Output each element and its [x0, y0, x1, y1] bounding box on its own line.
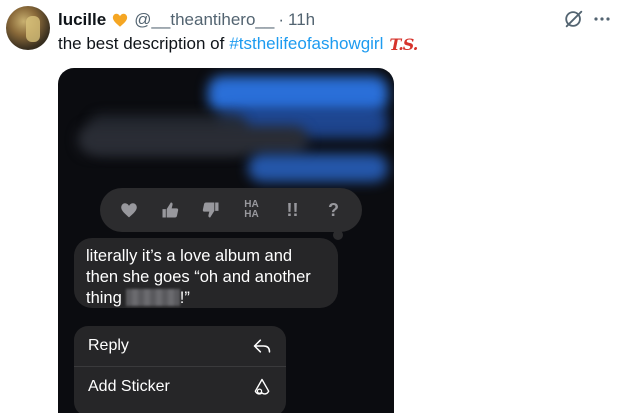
blurred-message	[248, 154, 388, 182]
message-line: thing!”	[86, 289, 190, 307]
message-bubble: literally it’s a love album and then she…	[74, 238, 338, 308]
message-line: literally it’s a love album and	[86, 247, 293, 265]
grok-icon[interactable]	[563, 8, 585, 30]
censored-word	[125, 289, 180, 306]
question-reaction-icon: ?	[328, 199, 339, 220]
tapback-reaction-bar: HA HA !! ?	[100, 188, 362, 240]
sticker-icon	[254, 378, 270, 395]
author-name[interactable]: lucille	[58, 10, 106, 30]
orange-heart-icon	[113, 13, 128, 27]
author-avatar[interactable]	[6, 6, 50, 50]
tweet-body: the best description of	[58, 34, 225, 53]
add-sticker-label: Add Sticker	[88, 378, 170, 395]
thumbs-down-reaction-icon	[195, 200, 227, 220]
context-menu: Reply Add Sticker	[74, 326, 286, 413]
reply-menu-item: Reply	[74, 326, 286, 366]
more-icon[interactable]	[593, 8, 611, 30]
post-time[interactable]: 11h	[288, 10, 315, 30]
thumbs-up-reaction-icon	[154, 200, 186, 220]
hashtag-link[interactable]: #tsthelifeofashowgirl	[229, 34, 383, 54]
tweet-media-image[interactable]: HA HA !! ? literally it’s a love album a…	[58, 68, 394, 413]
exclamation-reaction-icon: !!	[286, 199, 299, 220]
reply-icon	[253, 339, 271, 353]
tweet-header: lucille @__theantihero__ · 11h	[58, 10, 315, 30]
tweet-text: the best description of #tsthelifeofasho…	[58, 34, 418, 54]
haha-reaction-icon: HA HA	[244, 199, 259, 220]
message-line: then she goes “oh and another	[86, 268, 311, 286]
heart-reaction-icon	[113, 201, 145, 219]
author-handle[interactable]: @__theantihero__	[134, 10, 274, 30]
add-sticker-menu-item: Add Sticker	[74, 367, 286, 407]
reply-label: Reply	[88, 337, 129, 354]
blurred-message	[208, 76, 388, 112]
ts-hashflag-icon: T.S.	[389, 34, 418, 54]
separator: ·	[278, 10, 285, 29]
blurred-message	[78, 126, 308, 154]
